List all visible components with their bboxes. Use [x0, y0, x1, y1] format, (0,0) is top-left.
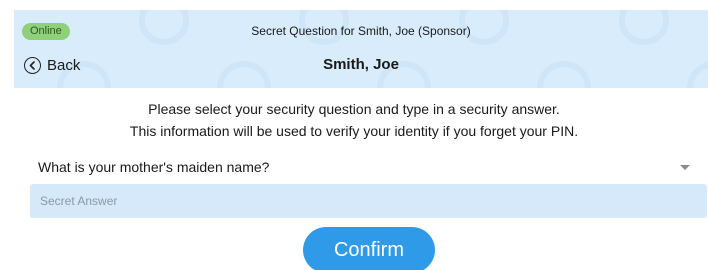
secret-question-screen: Online Secret Question for Smith, Joe (S… — [0, 0, 708, 270]
security-question-value: What is your mother's maiden name? — [38, 159, 270, 175]
instructions-text: Please select your security question and… — [0, 98, 708, 142]
confirm-button[interactable]: Confirm — [303, 227, 435, 270]
caret-down-icon — [680, 164, 690, 170]
instructions-line-1: Please select your security question and… — [148, 101, 560, 117]
header-bar: Online Secret Question for Smith, Joe (S… — [14, 10, 708, 88]
security-question-select[interactable]: What is your mother's maiden name? — [30, 154, 694, 180]
secret-answer-input[interactable] — [30, 184, 707, 218]
instructions-line-2: This information will be used to verify … — [129, 123, 579, 139]
page-title: Secret Question for Smith, Joe (Sponsor) — [251, 24, 471, 38]
header-background-pattern — [57, 10, 708, 88]
sponsor-name: Smith, Joe — [323, 56, 399, 73]
